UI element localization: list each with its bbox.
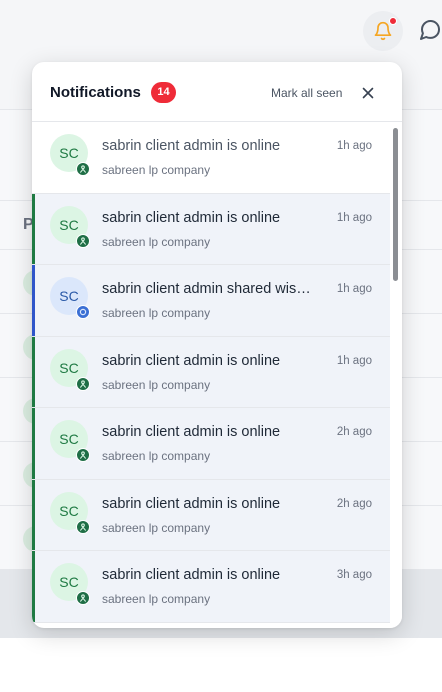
scroll-thumb[interactable]: [393, 128, 398, 281]
share-icon: [79, 308, 87, 316]
online-status-icon: [76, 591, 90, 605]
notification-company: sabreen lp company: [102, 306, 211, 320]
unread-indicator: [32, 193, 35, 264]
unread-indicator: [32, 336, 35, 407]
notification-title: sabrin client admin is online: [102, 352, 281, 369]
notification-company: sabreen lp company: [102, 163, 211, 177]
notification-company: sabreen lp company: [102, 592, 211, 606]
unread-indicator: [32, 265, 35, 336]
online-status-icon: [76, 162, 90, 176]
chat-bubble-icon: [420, 20, 441, 40]
notification-item[interactable]: SC sabrin client admin is online 1h ago …: [32, 193, 390, 265]
avatar-initials: SC: [59, 574, 79, 590]
notifications-panel: Notifications 14 Mark all seen SC sabrin…: [32, 62, 402, 628]
online-status-icon: [76, 448, 90, 462]
avatar-initials: SC: [59, 359, 79, 376]
avatar-initials: SC: [59, 216, 79, 233]
online-status-icon: [76, 376, 90, 391]
messages-button[interactable]: [418, 18, 442, 44]
panel-header: Notifications 14 Mark all seen: [32, 62, 402, 122]
notification-item[interactable]: SC sabrin client admin is online 1h ago …: [32, 122, 390, 194]
share-status-icon: [76, 305, 90, 319]
notification-item[interactable]: SC sabrin client admin is online 2h ago …: [32, 479, 390, 551]
notification-time: 2h ago: [336, 426, 372, 438]
avatar-initials: SC: [59, 431, 79, 447]
notification-item[interactable]: SC sabrin client admin shared wis… 1h ag…: [32, 265, 390, 337]
notification-time: 2h ago: [336, 497, 372, 510]
person-icon: [80, 379, 86, 388]
unread-dot: [389, 17, 397, 25]
notification-title: sabrin client admin is online: [102, 209, 281, 226]
notification-title: sabrin client admin is online: [102, 424, 281, 440]
avatar-initials: SC: [59, 145, 79, 161]
notification-title: sabrin client admin is online: [102, 138, 281, 154]
avatar-initials: SC: [59, 502, 79, 519]
unread-indicator: [32, 122, 35, 193]
person-icon: [80, 594, 86, 602]
close-icon[interactable]: [360, 85, 376, 101]
avatar-initials: SC: [59, 288, 79, 304]
panel-title: Notifications: [50, 84, 141, 101]
notification-time: 1h ago: [336, 140, 372, 152]
unread-indicator: [32, 551, 35, 622]
online-status-icon: [76, 233, 90, 248]
notifications-bell-button[interactable]: [363, 11, 403, 51]
notification-company: sabreen lp company: [102, 234, 211, 249]
notification-list: SC sabrin client admin is online 1h ago …: [32, 122, 390, 628]
person-icon: [80, 236, 86, 245]
notification-item[interactable]: SC sabrin client admin is online 2h ago …: [32, 408, 390, 480]
notification-title: sabrin client admin shared wis…: [102, 281, 311, 297]
unread-indicator: [32, 408, 35, 479]
notification-time: 1h ago: [336, 283, 372, 295]
notification-scrollbar[interactable]: [390, 122, 402, 628]
notification-company: sabreen lp company: [102, 520, 211, 535]
notification-company: sabreen lp company: [102, 449, 211, 463]
notification-item[interactable]: SC sabrin client admin is online 1h ago …: [32, 336, 390, 408]
unread-indicator: [32, 479, 35, 550]
person-icon: [80, 522, 86, 531]
notification-time: 1h ago: [336, 211, 372, 224]
notification-item[interactable]: SC sabrin client admin is online 3h ago …: [32, 551, 390, 623]
person-icon: [80, 451, 86, 459]
mark-all-seen-button[interactable]: Mark all seen: [271, 86, 342, 100]
notification-company: sabreen lp company: [102, 377, 211, 392]
person-icon: [80, 165, 86, 173]
notification-title: sabrin client admin is online: [102, 567, 281, 583]
notification-time: 1h ago: [336, 354, 372, 367]
notification-count-badge: 14: [151, 82, 176, 103]
online-status-icon: [76, 519, 90, 534]
notification-title: sabrin client admin is online: [102, 495, 281, 512]
notification-time: 3h ago: [336, 569, 372, 581]
